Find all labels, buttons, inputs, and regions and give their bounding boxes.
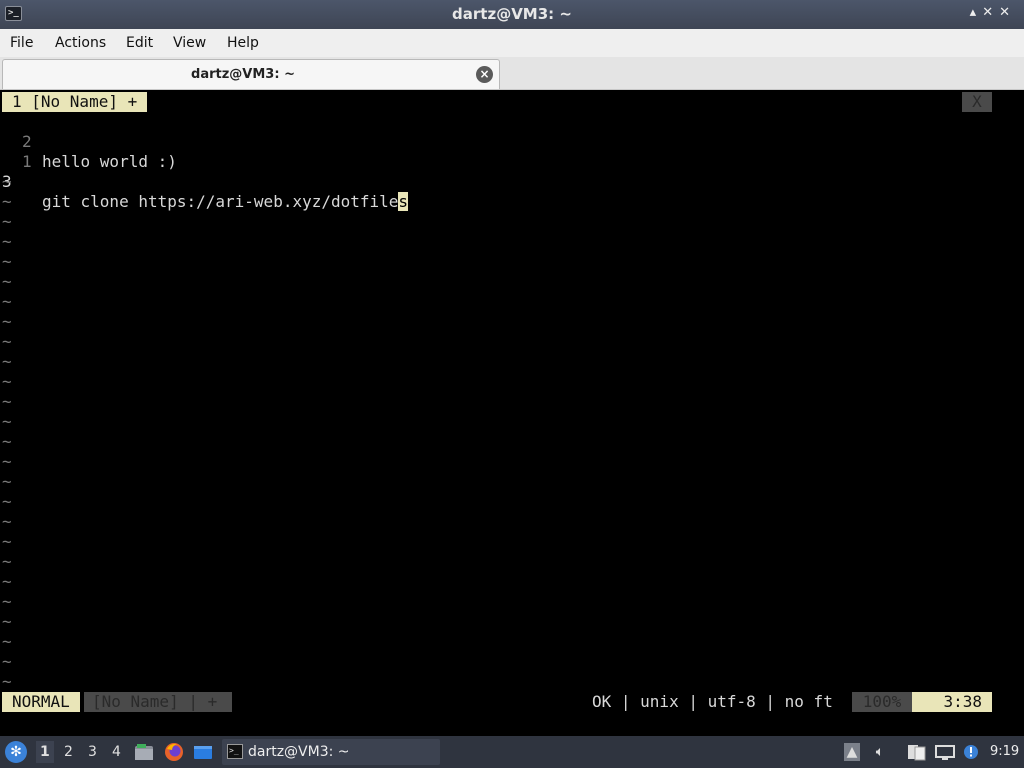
start-menu-icon[interactable]: ✻	[5, 741, 27, 763]
tilde-marker: ~	[2, 652, 12, 671]
tilde-marker: ~	[2, 232, 12, 251]
tilde-marker: ~	[2, 352, 12, 371]
menu-file[interactable]: File	[10, 35, 33, 51]
maximize-button[interactable]: ✕	[982, 5, 999, 20]
network-icon[interactable]	[934, 743, 956, 761]
status-percent: 100%	[852, 692, 912, 712]
tilde-marker: ~	[2, 332, 12, 351]
vim-buffer-close[interactable]: X	[962, 92, 992, 112]
text-cursor: s	[398, 192, 409, 211]
menu-help[interactable]: Help	[227, 35, 259, 51]
workspace-1[interactable]: 1	[36, 741, 54, 763]
tilde-marker: ~	[2, 372, 12, 391]
desktop-icon[interactable]	[193, 742, 213, 762]
vim-mode: NORMAL	[2, 692, 80, 712]
window-title: dartz@VM3: ~	[452, 5, 572, 23]
vim-line: 2 hello world :)	[0, 112, 177, 171]
menu-bar: File Actions Edit View Help	[0, 29, 1024, 57]
tilde-marker: ~	[2, 392, 12, 411]
vim-line: 1	[0, 132, 39, 171]
tilde-marker: ~	[2, 412, 12, 431]
line-text: git clone https://ari-web.xyz/dotfile	[42, 192, 399, 211]
terminal-tab[interactable]: dartz@VM3: ~ ×	[2, 59, 500, 89]
taskbar-terminal-task[interactable]: >_ dartz@VM3: ~	[222, 739, 440, 765]
volume-icon[interactable]: 🔈︎	[870, 743, 890, 761]
tilde-marker: ~	[2, 452, 12, 471]
tilde-marker: ~	[2, 292, 12, 311]
tilde-marker: ~	[2, 272, 12, 291]
minimize-button[interactable]: ▴	[970, 5, 983, 20]
tilde-marker: ~	[2, 512, 12, 531]
tilde-marker: ~	[2, 672, 12, 691]
tilde-marker: ~	[2, 212, 12, 231]
firefox-icon[interactable]	[164, 742, 184, 762]
workspace-3[interactable]: 3	[88, 744, 97, 760]
tab-close-icon[interactable]: ×	[476, 66, 493, 83]
menu-edit[interactable]: Edit	[126, 35, 153, 51]
tilde-marker: ~	[2, 472, 12, 491]
tilde-marker: ~	[2, 492, 12, 511]
tilde-marker: ~	[2, 252, 12, 271]
menu-actions[interactable]: Actions	[55, 35, 106, 51]
status-cursor-position: 3:38	[912, 692, 992, 712]
taskbar: ✻ 1 2 3 4 >_ dartz@VM3: ~ ▲ 🔈︎ 9:19	[0, 736, 1024, 768]
tilde-marker: ~	[2, 312, 12, 331]
vim-buffer-tab[interactable]: 1 [No Name] +	[2, 92, 148, 112]
tilde-marker: ~	[2, 592, 12, 611]
clock[interactable]: 9:19	[990, 744, 1019, 759]
terminal-task-icon: >_	[227, 744, 243, 759]
update-notice-icon[interactable]	[962, 743, 980, 761]
vim-line-current: 3 git clone https://ari-web.xyz/dotfiles	[0, 152, 409, 211]
tilde-marker: ~	[2, 632, 12, 651]
terminal-area[interactable]: 1 [No Name] + X 2 hello world :) 1 3 git…	[0, 91, 1024, 735]
tilde-marker: ~	[2, 192, 12, 211]
tilde-marker: ~	[2, 172, 12, 191]
file-manager-icon[interactable]	[134, 742, 154, 762]
tilde-marker: ~	[2, 552, 12, 571]
workspace-2[interactable]: 2	[64, 744, 73, 760]
clipboard-icon[interactable]	[906, 743, 928, 761]
line-text: hello world :)	[42, 152, 177, 171]
tilde-marker: ~	[2, 572, 12, 591]
vim-statusline: NORMAL [No Name] | + OK | unix | utf-8 |…	[0, 692, 1024, 712]
menu-view[interactable]: View	[173, 35, 206, 51]
tilde-marker: ~	[2, 532, 12, 551]
workspace-4[interactable]: 4	[112, 744, 121, 760]
close-window-button[interactable]: ✕	[999, 5, 1016, 20]
tilde-marker: ~	[2, 432, 12, 451]
tab-bar: dartz@VM3: ~ ×	[0, 57, 1024, 90]
status-buffer-name: [No Name] | +	[84, 692, 232, 712]
window-titlebar[interactable]: >_ dartz@VM3: ~ ▴✕✕	[0, 0, 1024, 29]
status-file-info: OK | unix | utf-8 | no ft	[592, 692, 833, 711]
tilde-marker: ~	[2, 612, 12, 631]
tab-label: dartz@VM3: ~	[191, 67, 295, 82]
tray-up-arrow-icon[interactable]: ▲	[844, 743, 860, 761]
window-controls[interactable]: ▴✕✕	[970, 5, 1016, 20]
task-label: dartz@VM3: ~	[248, 744, 350, 760]
